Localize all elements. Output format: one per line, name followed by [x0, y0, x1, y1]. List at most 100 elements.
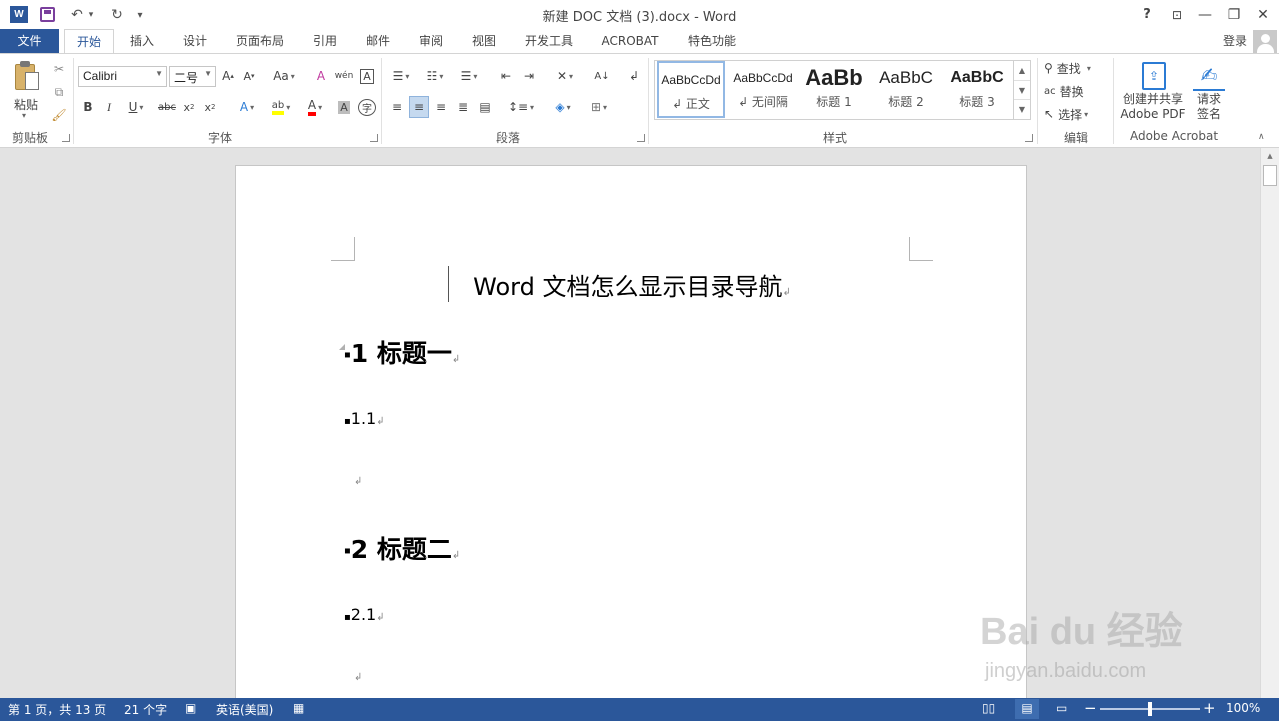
show-marks-icon[interactable]: ↲ [624, 65, 644, 87]
tab-review[interactable]: 审阅 [412, 29, 450, 53]
style-normal[interactable]: AaBbCcDd ↲ 正文 [657, 61, 725, 118]
highlight-color-icon[interactable]: ab ▾ [265, 96, 297, 118]
copy-icon[interactable]: ⧉ [48, 81, 70, 103]
zoom-level[interactable]: 100% [1226, 701, 1260, 715]
empty-paragraph[interactable]: ↲ [354, 672, 362, 683]
subheading-2-1[interactable]: ▪2.1↲ [344, 605, 385, 624]
tab-page-layout[interactable]: 页面布局 [230, 29, 290, 53]
font-size-combo[interactable]: 二号 ▼ [169, 66, 216, 87]
select-button[interactable]: ↖ 选择 ▾ [1044, 103, 1108, 125]
tab-home[interactable]: 开始 [64, 29, 114, 54]
shrink-font-icon[interactable]: A ▾ [240, 65, 258, 87]
find-button[interactable]: ⚲ 查找 ▾ [1044, 57, 1108, 79]
minimize-button[interactable]: — [1191, 4, 1219, 26]
request-signature-button[interactable]: 请求 签名 [1192, 92, 1226, 122]
clear-formatting-icon[interactable]: A [311, 65, 331, 87]
paste-icon[interactable] [13, 61, 41, 93]
enclose-characters-icon[interactable]: 字 [357, 96, 377, 118]
styles-launcher-icon[interactable] [1025, 134, 1033, 142]
signature-icon[interactable]: ✍ [1193, 61, 1225, 91]
multilevel-list-icon[interactable]: ☰ ▾ [454, 65, 484, 87]
style-heading1[interactable]: AaBb 标题 1 [801, 61, 867, 118]
font-launcher-icon[interactable] [370, 134, 378, 142]
replace-button[interactable]: ac 替换 [1044, 80, 1108, 102]
bullets-icon[interactable]: ☰ ▾ [386, 65, 416, 87]
tab-view[interactable]: 视图 [465, 29, 503, 53]
subscript-button[interactable]: x2 [180, 96, 198, 118]
language[interactable]: 英语(美国) [216, 701, 273, 718]
superscript-button[interactable]: x2 [201, 96, 219, 118]
macro-record-icon[interactable]: ▦ [293, 701, 304, 715]
text-effects-icon[interactable]: A ▾ [232, 96, 262, 118]
numbering-icon[interactable]: ☷ ▾ [420, 65, 450, 87]
zoom-slider-thumb[interactable] [1148, 702, 1152, 716]
style-heading2[interactable]: AaBbC 标题 2 [871, 61, 941, 118]
justify-icon[interactable]: ≣ [453, 96, 473, 118]
zoom-out-button[interactable]: − [1084, 699, 1097, 717]
change-case-icon[interactable]: Aa ▾ [269, 65, 299, 87]
zoom-in-button[interactable]: + [1203, 699, 1216, 717]
paste-dropdown-icon[interactable]: ▾ [22, 111, 26, 120]
web-layout-icon[interactable]: ▭ [1056, 701, 1067, 715]
tab-insert[interactable]: 插入 [123, 29, 161, 53]
distributed-icon[interactable]: ▤ [475, 96, 495, 118]
signin-link[interactable]: 登录 [1218, 29, 1252, 53]
align-center-icon[interactable]: ≡ [409, 96, 429, 118]
tab-references[interactable]: 引用 [306, 29, 344, 53]
heading-1[interactable]: ▪1 标题一↲ [344, 334, 460, 370]
close-button[interactable]: ✕ [1249, 4, 1277, 26]
page-count[interactable]: 第 1 页，共 13 页 [8, 701, 106, 718]
borders-icon[interactable]: ⊞ ▾ [583, 96, 615, 118]
tab-developer[interactable]: 开发工具 [518, 29, 580, 53]
zoom-slider[interactable] [1100, 702, 1200, 716]
read-mode-icon[interactable]: ▯▯ [982, 701, 995, 715]
chinese-layout-icon[interactable]: ✕ ▾ [549, 65, 581, 87]
tab-special-features[interactable]: 特色功能 [681, 29, 743, 53]
strikethrough-button[interactable]: abc [156, 96, 178, 118]
line-spacing-icon[interactable]: ↕≡ ▾ [505, 96, 537, 118]
tab-design[interactable]: 设计 [176, 29, 214, 53]
ribbon-display-options-button[interactable]: ⊡ [1163, 4, 1191, 26]
scroll-thumb[interactable] [1263, 165, 1277, 186]
phonetic-guide-icon[interactable]: wén [334, 65, 354, 87]
style-heading3[interactable]: AaBbC 标题 3 [945, 61, 1009, 118]
bold-button[interactable]: B [79, 96, 97, 118]
more-styles-icon[interactable]: ▼ [1014, 99, 1030, 118]
format-painter-icon[interactable]: 🖌 [48, 104, 70, 126]
chevron-down-icon[interactable]: ▼ [1014, 80, 1030, 99]
italic-button[interactable]: I [100, 96, 118, 118]
underline-button[interactable]: U ▾ [122, 96, 150, 118]
style-no-spacing[interactable]: AaBbCcDd ↲ 无间隔 [729, 61, 797, 118]
tab-file[interactable]: 文件 [0, 29, 59, 53]
font-name-combo[interactable]: Calibri ▼ [78, 66, 167, 87]
word-count[interactable]: 21 个字 [124, 701, 167, 718]
tab-mailings[interactable]: 邮件 [359, 29, 397, 53]
empty-paragraph[interactable]: ↲ [354, 476, 362, 487]
increase-indent-icon[interactable]: ⇥ [519, 65, 539, 87]
clipboard-launcher-icon[interactable] [62, 134, 70, 142]
character-border-icon[interactable]: A [357, 65, 377, 87]
proofing-icon[interactable]: ▣ [185, 701, 196, 715]
document-page[interactable]: Word 文档怎么显示目录导航↲ ▪1 标题一↲ ▪1.1↲ ↲ ▪2 标题二↲… [235, 165, 1027, 705]
restore-button[interactable]: ❐ [1220, 4, 1248, 26]
font-color-icon[interactable]: A ▾ [300, 96, 330, 118]
help-button[interactable]: ? [1133, 4, 1161, 26]
print-layout-icon[interactable]: ▤ [1015, 699, 1039, 719]
align-left-icon[interactable]: ≡ [387, 96, 407, 118]
create-pdf-icon[interactable]: ⇪ [1142, 62, 1166, 90]
grow-font-icon[interactable]: A ▴ [219, 65, 237, 87]
decrease-indent-icon[interactable]: ⇤ [496, 65, 516, 87]
cut-icon[interactable]: ✂ [48, 58, 70, 80]
sort-icon[interactable]: A↓ [592, 65, 612, 87]
align-right-icon[interactable]: ≡ [431, 96, 451, 118]
avatar[interactable] [1253, 30, 1277, 53]
create-share-pdf-button[interactable]: 创建并共享 Adobe PDF [1116, 92, 1190, 122]
tab-acrobat[interactable]: ACROBAT [596, 29, 664, 53]
heading-2[interactable]: ▪2 标题二↲ [344, 530, 460, 566]
document-title[interactable]: Word 文档怎么显示目录导航↲ [236, 267, 1028, 302]
subheading-1-1[interactable]: ▪1.1↲ [344, 409, 385, 428]
vertical-scrollbar[interactable]: ▲ [1260, 148, 1279, 698]
paragraph-launcher-icon[interactable] [637, 134, 645, 142]
shading-icon[interactable]: ◈ ▾ [547, 96, 579, 118]
character-shading-icon[interactable]: A [335, 96, 353, 118]
